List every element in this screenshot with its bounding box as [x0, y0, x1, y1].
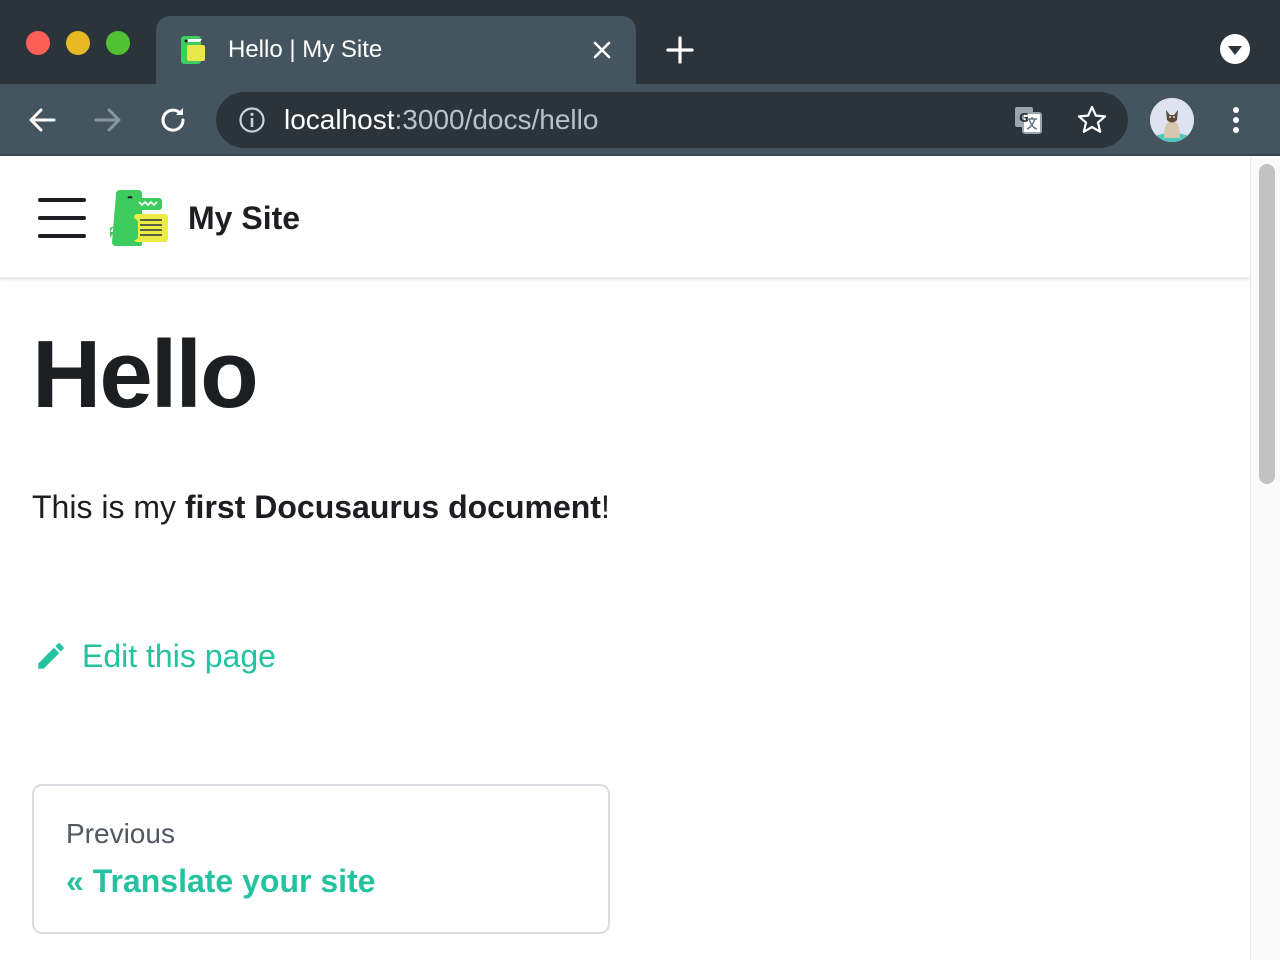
browser-toolbar: localhost:3000/docs/hello G	[0, 84, 1280, 156]
doc-intro-paragraph: This is my first Docusaurus document!	[32, 488, 610, 526]
profile-avatar[interactable]	[1150, 98, 1194, 142]
browser-tab-active[interactable]: Hello | My Site	[156, 16, 636, 84]
page-scrollbar[interactable]	[1250, 158, 1280, 960]
minimize-window-button[interactable]	[66, 31, 90, 55]
close-icon[interactable]	[590, 38, 614, 62]
hamburger-line	[38, 216, 86, 220]
tab-search-button[interactable]	[1220, 34, 1250, 64]
tab-title: Hello | My Site	[228, 36, 383, 63]
chevron-down-icon	[1228, 46, 1242, 55]
menu-toggle-button[interactable]	[36, 196, 88, 240]
url-path: :3000/docs/hello	[394, 104, 599, 135]
intro-text-bold: first Docusaurus document	[184, 489, 601, 525]
scrollbar-thumb[interactable]	[1259, 164, 1275, 484]
info-icon[interactable]	[238, 106, 266, 134]
intro-text-before: This is my	[32, 489, 185, 525]
pencil-icon	[38, 643, 64, 669]
back-icon[interactable]	[26, 103, 60, 137]
site-brand-title[interactable]: My Site	[188, 200, 300, 236]
site-navbar: My Site	[0, 158, 1250, 278]
close-window-button[interactable]	[26, 31, 50, 55]
docusaurus-dino-icon[interactable]	[108, 188, 172, 248]
edit-this-page-link[interactable]: Edit this page	[34, 634, 276, 678]
svg-text:G: G	[1019, 111, 1029, 125]
new-tab-icon[interactable]	[664, 34, 696, 66]
url-host: localhost	[284, 104, 395, 135]
star-icon[interactable]	[1076, 104, 1108, 136]
maximize-window-button[interactable]	[106, 31, 130, 55]
browser-tab-bar: Hello | My Site	[0, 0, 1280, 84]
cat-avatar-icon	[1150, 98, 1194, 142]
reload-icon[interactable]	[156, 103, 190, 137]
pagination-sublabel: Previous	[66, 818, 175, 849]
hamburger-line	[38, 234, 86, 238]
pagination-label: « Translate your site	[66, 863, 376, 899]
edit-link-label: Edit this page	[82, 638, 276, 674]
docusaurus-dino-icon	[181, 36, 205, 64]
translate-icon[interactable]: G	[1012, 104, 1044, 136]
forward-icon[interactable]	[90, 103, 124, 137]
intro-text-after: !	[600, 489, 610, 525]
page-title: Hello	[32, 321, 259, 428]
more-vert-icon[interactable]	[1222, 103, 1250, 137]
pagination-previous-card[interactable]: Previous « Translate your site	[32, 784, 610, 934]
page-viewport: My Site Hello This is my first Docusauru…	[0, 158, 1250, 960]
hamburger-line	[38, 198, 86, 202]
address-bar[interactable]: localhost:3000/docs/hello G	[216, 92, 1128, 148]
url-text: localhost:3000/docs/hello	[284, 105, 598, 135]
